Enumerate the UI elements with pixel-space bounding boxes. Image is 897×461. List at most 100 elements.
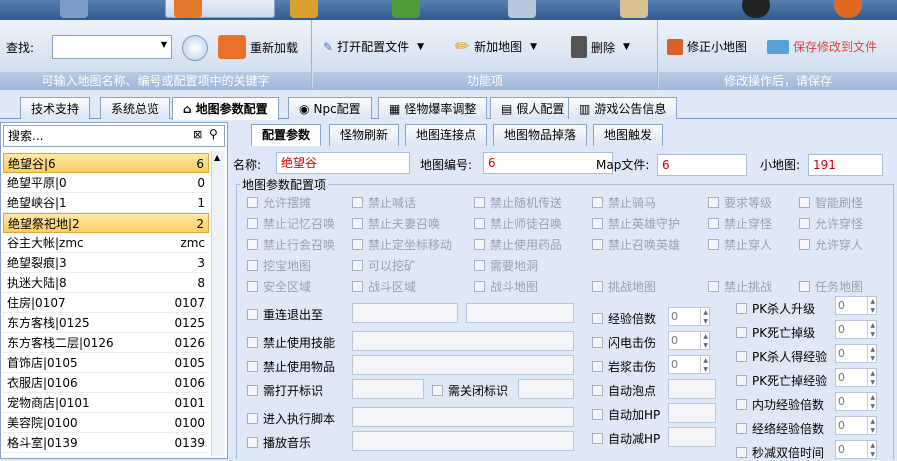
number-spinner[interactable]: 0 — [668, 355, 710, 374]
config-checkbox[interactable]: 禁止英雄守护 — [592, 215, 680, 232]
search-combo[interactable]: ▼ — [52, 35, 172, 59]
checkbox-box[interactable] — [736, 375, 747, 386]
config-checkbox[interactable]: 进入执行脚本 — [247, 410, 335, 427]
config-checkbox[interactable]: 禁止穿人 — [708, 236, 772, 253]
config-checkbox[interactable]: 播放音乐 — [247, 434, 311, 451]
name-input[interactable]: 绝望谷 — [276, 152, 410, 174]
config-checkbox[interactable]: 禁止使用药品 — [474, 236, 562, 253]
config-checkbox[interactable]: 挖宝地图 — [247, 257, 311, 274]
text-field[interactable] — [668, 427, 716, 447]
text-field[interactable] — [352, 303, 458, 323]
config-checkbox[interactable]: PK杀人升级 — [736, 300, 815, 317]
config-checkbox[interactable]: 禁止使用物品 — [247, 358, 335, 375]
subtab-params[interactable]: 配置参数 — [251, 124, 322, 146]
text-field[interactable] — [352, 355, 574, 375]
config-checkbox[interactable]: 挑战地图 — [592, 278, 656, 295]
config-checkbox[interactable]: 禁止喊话 — [352, 194, 416, 211]
number-spinner[interactable]: 0 — [835, 344, 877, 363]
text-field[interactable] — [466, 303, 574, 323]
delete-button[interactable]: 删除 ▼ — [571, 36, 630, 58]
config-checkbox[interactable]: 禁止师徒召唤 — [474, 215, 562, 232]
checkbox-box[interactable] — [247, 385, 258, 396]
config-checkbox[interactable]: 禁止骑马 — [592, 194, 656, 211]
checkbox-box[interactable] — [474, 281, 485, 292]
list-item[interactable]: 谷主大帐|zmc zmc — [3, 233, 209, 253]
checkbox-box[interactable] — [474, 197, 485, 208]
checkbox-box[interactable] — [247, 361, 258, 372]
checkbox-box[interactable] — [592, 409, 603, 420]
top-menu-item[interactable] — [392, 0, 420, 18]
number-spinner[interactable]: 0 — [835, 320, 877, 339]
config-checkbox[interactable]: 禁止随机传送 — [474, 194, 562, 211]
checkbox-box[interactable] — [432, 385, 443, 396]
list-item[interactable]: 宠物商店|0101 0101 — [3, 393, 209, 413]
config-checkbox[interactable]: 秒减双倍时间 — [736, 444, 824, 461]
checkbox-box[interactable] — [352, 260, 363, 271]
config-checkbox[interactable]: 需要地洞 — [474, 257, 538, 274]
config-checkbox[interactable]: 允许穿怪 — [799, 215, 863, 232]
tab-npc[interactable]: ◉ Npc配置 — [288, 97, 372, 119]
top-menu-item[interactable] — [742, 0, 770, 18]
tab-map-config[interactable]: ⌂ 地图参数配置 — [172, 97, 279, 120]
list-item[interactable]: 东方客栈|0125 0125 — [3, 313, 209, 333]
config-checkbox[interactable]: 禁止记忆召唤 — [247, 215, 335, 232]
tab-announcement[interactable]: ▥ 游戏公告信息 — [568, 97, 678, 119]
checkbox-box[interactable] — [352, 239, 363, 250]
config-checkbox[interactable]: 智能刷怪 — [799, 194, 863, 211]
checkbox-box[interactable] — [708, 197, 719, 208]
list-search-input[interactable]: 搜索... — [3, 125, 225, 147]
config-checkbox[interactable]: 禁止使用技能 — [247, 334, 335, 351]
tab-overview[interactable]: 系统总览 — [100, 97, 171, 119]
checkbox-box[interactable] — [799, 239, 810, 250]
list-scrollbar[interactable]: ▲ — [211, 151, 225, 456]
checkbox-box[interactable] — [247, 239, 258, 250]
checkbox-box[interactable] — [736, 423, 747, 434]
config-checkbox[interactable]: 允许穿人 — [799, 236, 863, 253]
reload-button[interactable]: 重新加载 — [218, 35, 298, 59]
text-field[interactable] — [518, 379, 574, 399]
number-spinner[interactable]: 0 — [835, 368, 877, 387]
list-item[interactable]: 绝望裂痕|3 3 — [3, 253, 209, 273]
checkbox-box[interactable] — [708, 218, 719, 229]
number-spinner[interactable]: 0 — [668, 331, 710, 350]
checkbox-box[interactable] — [247, 197, 258, 208]
top-menu-item[interactable] — [290, 0, 318, 18]
top-menu-item-map[interactable] — [165, 0, 275, 18]
text-field[interactable] — [352, 331, 574, 351]
tab-bot[interactable]: ▤ 假人配置 — [490, 97, 576, 119]
map-id-input[interactable]: 6 — [483, 152, 613, 174]
checkbox-box[interactable] — [736, 303, 747, 314]
list-item[interactable]: 美容院|0100 0100 — [3, 413, 209, 433]
checkbox-box[interactable] — [247, 260, 258, 271]
checkbox-box[interactable] — [247, 218, 258, 229]
list-item[interactable]: 绝望峡谷|1 1 — [3, 193, 209, 213]
text-field[interactable] — [352, 379, 424, 399]
config-checkbox[interactable]: PK杀人得经验 — [736, 348, 827, 365]
config-checkbox[interactable]: PK死亡掉经验 — [736, 372, 827, 389]
find-icon[interactable]: ⚲ — [209, 127, 218, 141]
checkbox-box[interactable] — [736, 327, 747, 338]
config-checkbox[interactable]: PK死亡掉级 — [736, 324, 815, 341]
clear-icon[interactable]: ⊠ — [193, 128, 202, 141]
list-item[interactable]: 东方客栈二层|0126 0126 — [3, 333, 209, 353]
checkbox-box[interactable] — [352, 218, 363, 229]
save-button[interactable]: 保存修改到文件 — [767, 38, 877, 55]
list-item[interactable]: 绝望谷|6 6 — [3, 153, 209, 173]
checkbox-box[interactable] — [352, 197, 363, 208]
checkbox-box[interactable] — [592, 239, 603, 250]
checkbox-box[interactable] — [708, 281, 719, 292]
text-field[interactable] — [352, 431, 574, 451]
tab-support[interactable]: 技术支持 — [20, 97, 91, 119]
number-spinner[interactable]: 0 — [835, 296, 877, 315]
config-checkbox[interactable]: 经络经验倍数 — [736, 420, 824, 437]
config-checkbox[interactable]: 经验倍数 — [592, 310, 656, 327]
number-spinner[interactable]: 0 — [668, 307, 710, 326]
config-checkbox[interactable]: 闪电击伤 — [592, 334, 656, 351]
number-spinner[interactable]: 0 — [835, 416, 877, 435]
list-item[interactable]: 绝望祭祀地|2 2 — [3, 213, 209, 233]
checkbox-box[interactable] — [592, 337, 603, 348]
fix-minimap-button[interactable]: 修正小地图 — [667, 38, 747, 55]
checkbox-box[interactable] — [799, 218, 810, 229]
checkbox-box[interactable] — [247, 337, 258, 348]
config-checkbox[interactable]: 自动减HP — [592, 430, 660, 447]
